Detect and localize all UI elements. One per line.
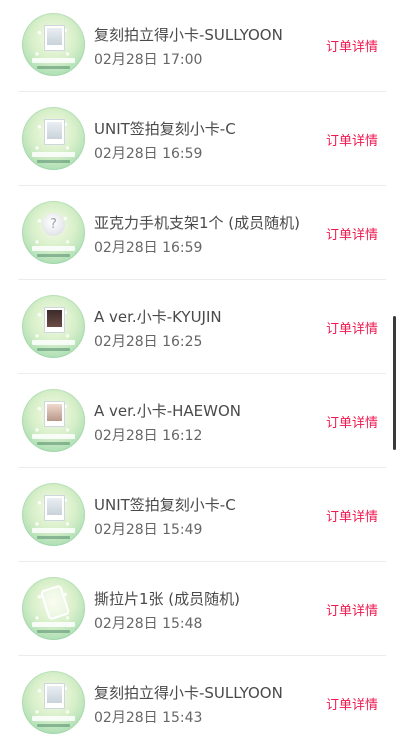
order-row[interactable]: UNIT签拍复刻小卡-C 02月28日 16:59 订单详情 — [0, 92, 400, 186]
order-detail-link[interactable]: 订单详情 — [326, 694, 378, 713]
order-detail-link[interactable]: 订单详情 — [326, 600, 378, 619]
order-title: A ver.小卡-HAEWON — [94, 402, 241, 420]
order-time: 02月28日 16:59 — [94, 240, 203, 256]
order-row[interactable]: ? 亚克力手机支架1个 (成员随机) 02月28日 16:59 订单详情 — [0, 186, 400, 280]
polaroid-card-icon — [22, 671, 85, 734]
phone-stand-icon: ? — [22, 201, 85, 264]
order-title: 撕拉片1张 (成员随机) — [94, 590, 241, 608]
order-time: 02月28日 16:12 — [94, 428, 203, 444]
order-title: UNIT签拍复刻小卡-C — [94, 496, 236, 514]
photo-card-icon — [22, 389, 85, 452]
order-detail-link[interactable]: 订单详情 — [326, 506, 378, 525]
order-row[interactable]: 撕拉片1张 (成员随机) 02月28日 15:48 订单详情 — [0, 562, 400, 656]
order-title: A ver.小卡-KYUJIN — [94, 308, 222, 326]
order-time: 02月28日 15:49 — [94, 522, 203, 538]
order-time: 02月28日 17:00 — [94, 52, 203, 68]
signed-card-icon — [22, 107, 85, 170]
order-row[interactable]: UNIT签拍复刻小卡-C 02月28日 15:49 订单详情 — [0, 468, 400, 562]
order-row[interactable]: 复刻拍立得小卡-SULLYOON 02月28日 17:00 订单详情 — [0, 0, 400, 92]
order-detail-link[interactable]: 订单详情 — [326, 36, 378, 55]
order-detail-link[interactable]: 订单详情 — [326, 318, 378, 337]
order-time: 02月28日 16:25 — [94, 334, 203, 350]
order-detail-link[interactable]: 订单详情 — [326, 130, 378, 149]
photo-card-icon — [22, 295, 85, 358]
order-row[interactable]: A ver.小卡-KYUJIN 02月28日 16:25 订单详情 — [0, 280, 400, 374]
scrollbar[interactable] — [393, 316, 396, 450]
order-row[interactable]: 复刻拍立得小卡-SULLYOON 02月28日 15:43 订单详情 — [0, 656, 400, 750]
order-time: 02月28日 15:43 — [94, 710, 203, 726]
signed-card-icon — [22, 483, 85, 546]
order-time: 02月28日 16:59 — [94, 146, 203, 162]
polaroid-card-icon — [22, 13, 85, 76]
order-title: 亚克力手机支架1个 (成员随机) — [94, 214, 301, 232]
peel-film-icon — [22, 577, 85, 640]
order-detail-link[interactable]: 订单详情 — [326, 224, 378, 243]
order-title: 复刻拍立得小卡-SULLYOON — [94, 684, 283, 702]
order-row[interactable]: A ver.小卡-HAEWON 02月28日 16:12 订单详情 — [0, 374, 400, 468]
order-title: 复刻拍立得小卡-SULLYOON — [94, 26, 283, 44]
order-title: UNIT签拍复刻小卡-C — [94, 120, 236, 138]
order-time: 02月28日 15:48 — [94, 616, 203, 632]
order-detail-link[interactable]: 订单详情 — [326, 412, 378, 431]
